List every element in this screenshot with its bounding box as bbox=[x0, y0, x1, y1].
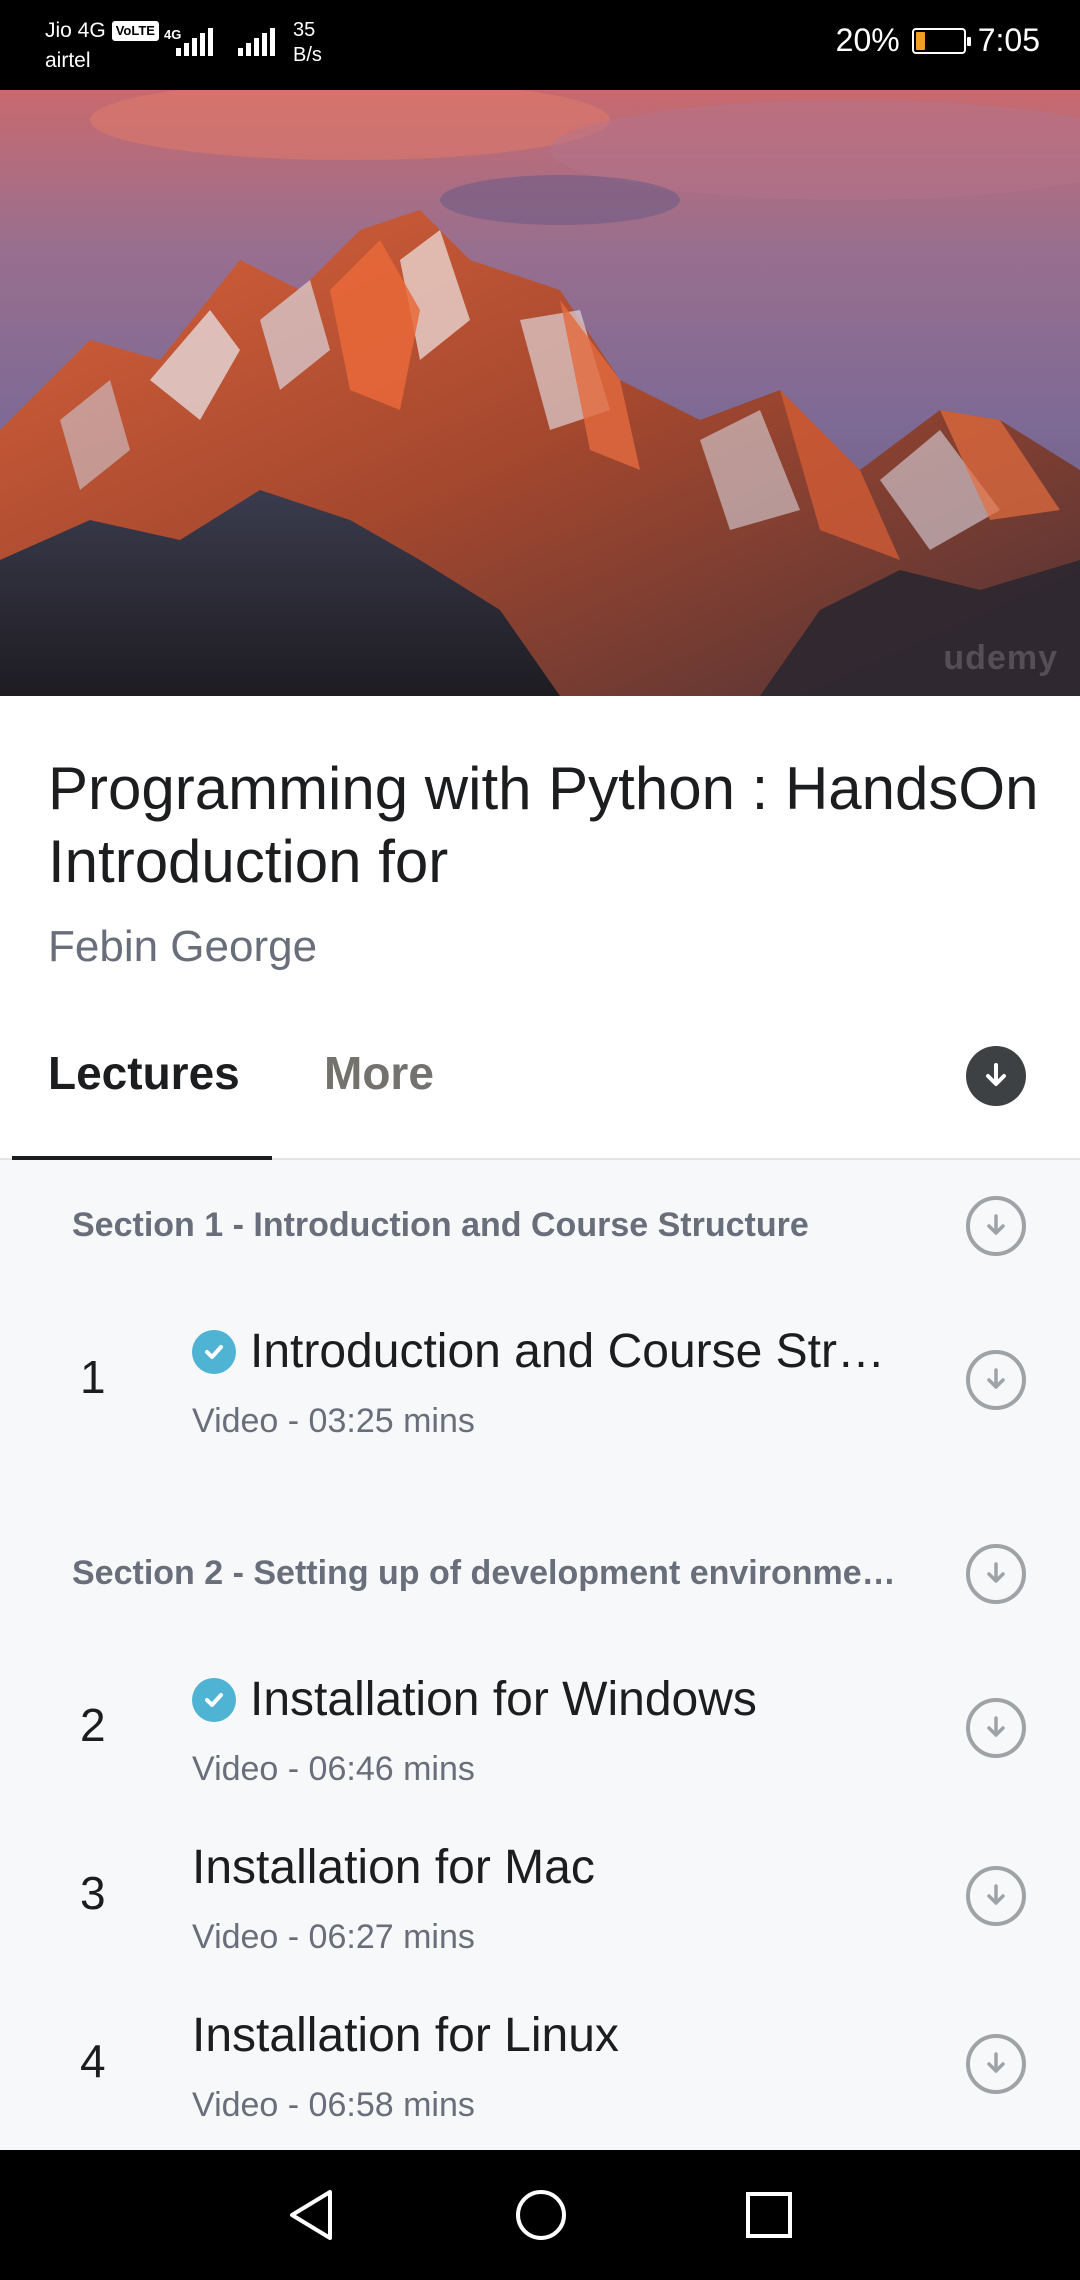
status-right: 20% 7:05 bbox=[836, 22, 1040, 59]
lecture-row[interactable]: 2 Installation for Windows Video - 06:46… bbox=[0, 1638, 1080, 1806]
lecture-number: 2 bbox=[80, 1699, 106, 1751]
lecture-row[interactable]: 3 Installation for Mac Video - 06:27 min… bbox=[0, 1806, 1080, 1974]
lecture-meta: Video - 03:25 mins bbox=[192, 1402, 475, 1440]
lecture-row[interactable]: 1 Introduction and Course Stru… Video - … bbox=[0, 1290, 1080, 1458]
lecture-meta: Video - 06:46 mins bbox=[192, 1750, 475, 1788]
home-button[interactable] bbox=[514, 2188, 568, 2247]
lecture-number: 3 bbox=[80, 1867, 106, 1919]
course-hero-image[interactable]: udemy bbox=[0, 90, 1080, 696]
lecture-title: Installation for Windows bbox=[250, 1673, 757, 1726]
home-circle-icon bbox=[516, 2190, 566, 2240]
download-icon bbox=[987, 1368, 1005, 1389]
section-title: Section 2 - Setting up of development en… bbox=[72, 1554, 902, 1592]
download-section-button[interactable] bbox=[966, 1544, 1026, 1604]
signal-icon-secondary bbox=[236, 26, 276, 56]
download-icon bbox=[987, 1716, 1005, 1737]
download-lecture-button[interactable] bbox=[966, 1698, 1026, 1758]
course-title: Programming with Python : HandsOn Introd… bbox=[48, 755, 1039, 895]
download-lecture-button[interactable] bbox=[966, 1350, 1026, 1410]
download-icon bbox=[987, 2052, 1005, 2073]
download-icon bbox=[987, 1884, 1005, 1905]
tab-lectures[interactable]: Lectures bbox=[48, 1046, 240, 1100]
udemy-watermark: udemy bbox=[943, 639, 1058, 677]
completed-check-icon bbox=[192, 1329, 236, 1374]
course-content: Programming with Python : HandsOn Introd… bbox=[0, 696, 1080, 2150]
battery-percent: 20% bbox=[835, 22, 900, 58]
lecture-number: 4 bbox=[80, 2035, 106, 2087]
carrier-primary: Jio 4G bbox=[45, 19, 106, 42]
recents-square-icon bbox=[746, 2192, 792, 2238]
download-icon bbox=[987, 1562, 1005, 1583]
lecture-meta: Video - 06:58 mins bbox=[192, 2086, 475, 2124]
lecture-meta: Video - 06:27 mins bbox=[192, 1918, 475, 1956]
system-nav-bar bbox=[0, 2150, 1080, 2280]
clock: 7:05 bbox=[977, 22, 1040, 58]
battery-icon bbox=[911, 27, 971, 54]
download-all-button[interactable] bbox=[966, 1046, 1026, 1106]
network-speed: 35 B/s bbox=[293, 19, 322, 66]
status-bar: Jio 4G VoLTE airtel 4G 35 B/s 20% 7:05 bbox=[0, 0, 1080, 90]
section-header[interactable]: Section 1 - Introduction and Course Stru… bbox=[0, 1160, 1080, 1290]
completed-check-icon bbox=[192, 1677, 236, 1722]
lecture-title: Introduction and Course Stru… bbox=[250, 1325, 902, 1378]
curriculum-list: Section 1 - Introduction and Course Stru… bbox=[0, 1160, 1080, 2150]
back-triangle-icon bbox=[290, 2190, 332, 2240]
download-lecture-button[interactable] bbox=[966, 2034, 1026, 2094]
section-title: Section 1 - Introduction and Course Stru… bbox=[72, 1206, 809, 1244]
tab-more[interactable]: More bbox=[324, 1046, 434, 1100]
lecture-title: Installation for Mac bbox=[192, 1841, 595, 1894]
carrier-info: Jio 4G VoLTE airtel bbox=[45, 18, 159, 74]
download-section-button[interactable] bbox=[966, 1196, 1026, 1256]
lecture-title: Installation for Linux bbox=[192, 2009, 619, 2062]
volte-badge: VoLTE bbox=[111, 21, 159, 41]
tab-bar: Lectures More bbox=[0, 996, 1080, 1160]
section-header[interactable]: Section 2 - Setting up of development en… bbox=[0, 1508, 1080, 1638]
download-icon bbox=[986, 1063, 1006, 1086]
instructor-name[interactable]: Febin George bbox=[48, 922, 317, 972]
carrier-secondary: airtel bbox=[45, 49, 91, 72]
lecture-number: 1 bbox=[80, 1351, 106, 1403]
signal-icon bbox=[166, 26, 216, 56]
download-icon bbox=[987, 1214, 1005, 1235]
recents-button[interactable] bbox=[744, 2188, 794, 2247]
mountain-landscape-image bbox=[0, 90, 1080, 696]
download-lecture-button[interactable] bbox=[966, 1866, 1026, 1926]
back-button[interactable] bbox=[286, 2188, 336, 2247]
lecture-row[interactable]: 4 Installation for Linux Video - 06:58 m… bbox=[0, 1974, 1080, 2142]
